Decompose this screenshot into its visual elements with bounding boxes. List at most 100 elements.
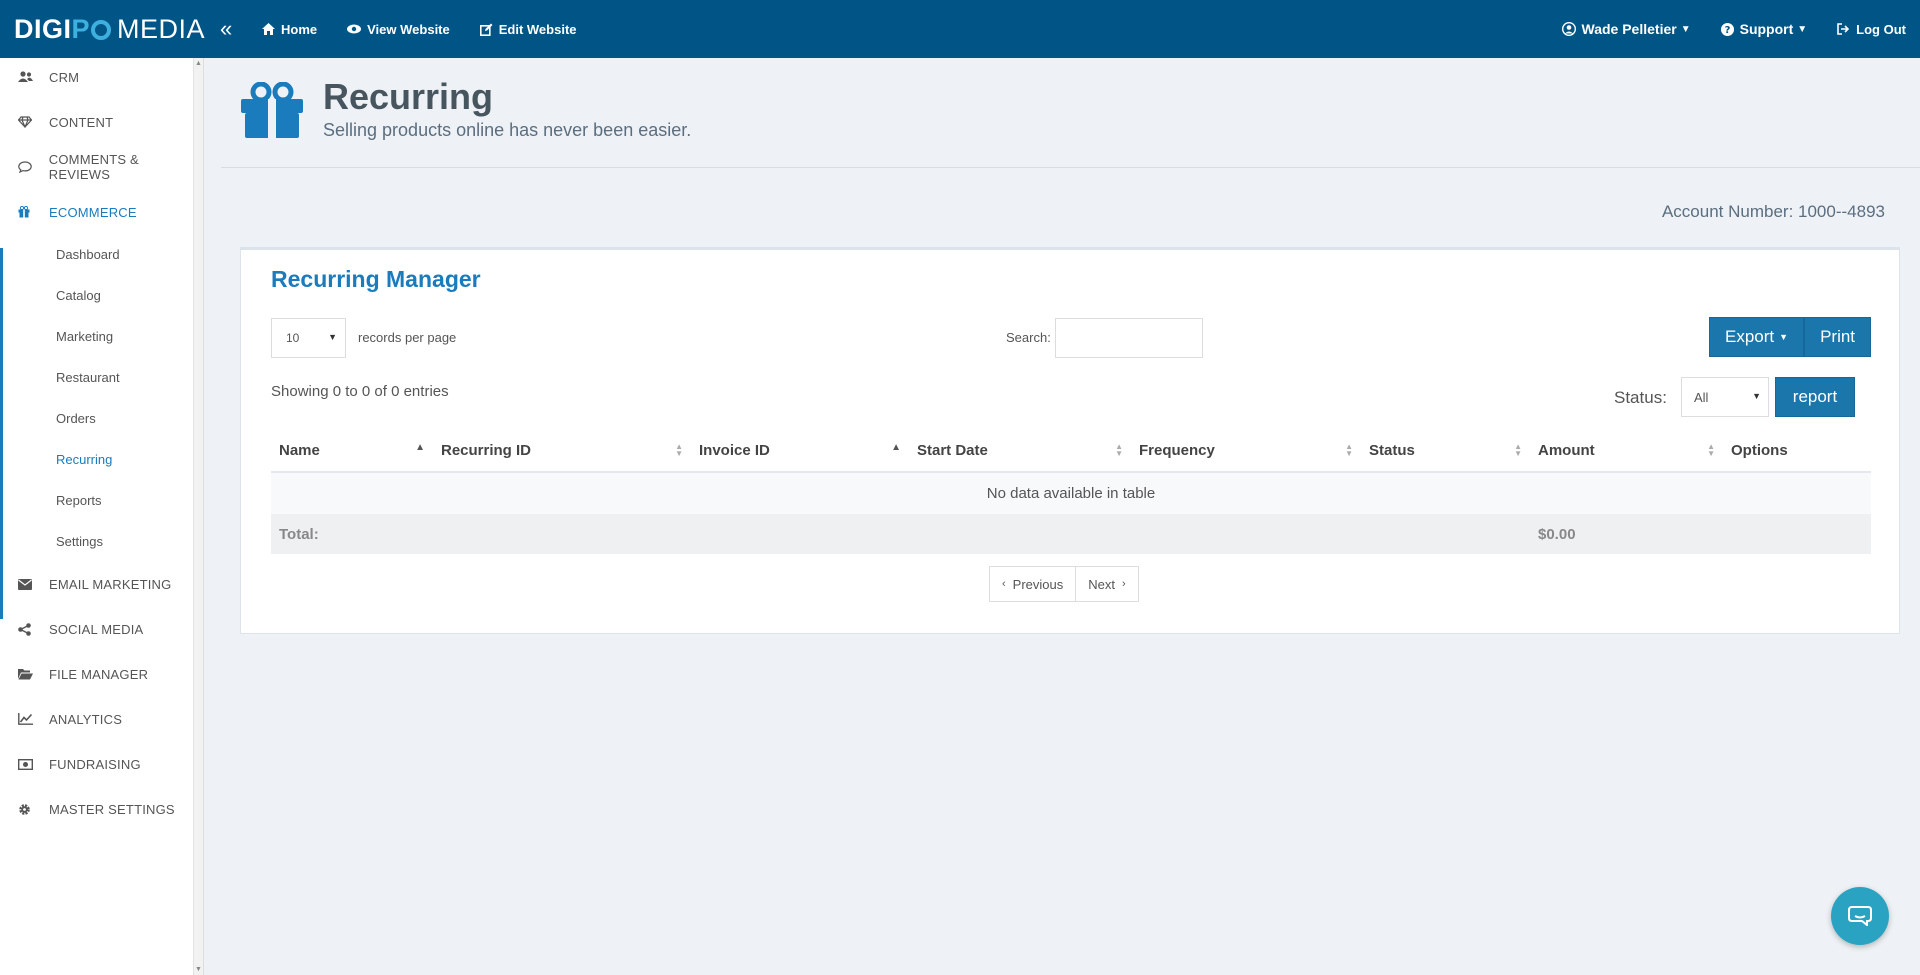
- edit-website-link[interactable]: Edit Website: [479, 22, 577, 37]
- sidebar-item-fundraising[interactable]: FUNDRAISING: [0, 754, 141, 774]
- chevron-down-icon: ▼: [1779, 332, 1789, 342]
- column-header-options: Options: [1723, 430, 1871, 473]
- print-button[interactable]: Print: [1804, 317, 1872, 357]
- sort-icon: ▲ ▼: [1514, 442, 1522, 458]
- sort-asc-icon: ▲: [415, 442, 425, 453]
- sidebar-sub-settings[interactable]: Settings: [56, 534, 103, 549]
- sort-icon: ▲ ▼: [1707, 442, 1715, 458]
- records-per-page-label: records per page: [358, 330, 457, 345]
- records-per-page-select[interactable]: 10 ▼: [271, 318, 346, 358]
- total-row: Total: $0.00: [271, 514, 1871, 554]
- user-circle-icon: [1561, 22, 1576, 36]
- sidebar-item-comments-reviews[interactable]: COMMENTS & REVIEWS: [0, 152, 203, 182]
- previous-button[interactable]: ‹ Previous: [990, 567, 1075, 601]
- page-title: Recurring: [323, 76, 494, 117]
- chat-icon: [1848, 906, 1872, 926]
- sidebar-sub-reports[interactable]: Reports: [56, 493, 102, 508]
- column-header-recurring-id[interactable]: Recurring ID ▲ ▼: [433, 430, 691, 473]
- question-circle-icon: ?: [1720, 22, 1734, 36]
- eye-icon: [347, 24, 362, 34]
- panel-title: Recurring Manager: [271, 266, 481, 292]
- column-header-start-date[interactable]: Start Date ▲ ▼: [909, 430, 1131, 473]
- active-section-indicator: [0, 248, 3, 619]
- top-nav: Home View Website Edit Website: [262, 22, 607, 37]
- top-bar: DIGI P MEDIA « Home View Website Edit Webs…: [0, 0, 1920, 58]
- sidebar-item-email-marketing[interactable]: EMAIL MARKETING: [0, 574, 171, 594]
- recurring-table: Name ▲ Recurring ID ▲ ▼ Invoice ID ▲ Start D…: [271, 430, 1871, 554]
- sidebar-sub-recurring[interactable]: Recurring: [56, 452, 112, 467]
- svg-text:?: ?: [1724, 25, 1730, 36]
- sidebar-sub-catalog[interactable]: Catalog: [56, 288, 101, 303]
- column-header-name[interactable]: Name ▲: [271, 430, 433, 473]
- column-header-invoice-id[interactable]: Invoice ID ▲: [691, 430, 909, 473]
- sidebar-item-file-manager[interactable]: FILE MANAGER: [0, 664, 148, 684]
- sidebar-item-social-media[interactable]: SOCIAL MEDIA: [0, 619, 143, 639]
- next-button[interactable]: Next ›: [1075, 567, 1137, 601]
- home-icon: [262, 23, 275, 35]
- status-label: Status:: [1614, 388, 1667, 407]
- sidebar-sub-restaurant[interactable]: Restaurant: [56, 370, 120, 385]
- chevron-down-icon: ▼: [1797, 23, 1808, 35]
- home-link[interactable]: Home: [262, 22, 317, 37]
- sidebar-item-analytics[interactable]: ANALYTICS: [0, 709, 122, 729]
- search-input[interactable]: [1055, 318, 1203, 358]
- entries-info: Showing 0 to 0 of 0 entries: [271, 383, 449, 400]
- gift-icon: [241, 82, 303, 138]
- sidebar-scrollbar[interactable]: ▲ ▼: [193, 58, 203, 975]
- sign-out-icon: [1837, 23, 1850, 35]
- scroll-up-icon[interactable]: ▲: [195, 60, 202, 67]
- logo[interactable]: DIGI P MEDIA: [0, 0, 206, 58]
- total-label: Total:: [271, 514, 1530, 554]
- status-select[interactable]: All ▼: [1681, 377, 1769, 417]
- folder-icon: [0, 668, 49, 680]
- envelope-icon: [0, 578, 49, 590]
- total-amount: $0.00: [1530, 514, 1723, 554]
- sort-icon: ▲ ▼: [1345, 442, 1353, 458]
- collapse-sidebar-icon[interactable]: «: [220, 16, 250, 42]
- scroll-down-icon[interactable]: ▼: [195, 966, 202, 973]
- sidebar-item-master-settings[interactable]: MASTER SETTINGS: [0, 799, 175, 819]
- comment-icon: [0, 161, 49, 173]
- logout-link[interactable]: Log Out: [1837, 22, 1906, 37]
- sort-icon: ▲ ▼: [1115, 442, 1123, 458]
- line-chart-icon: [0, 713, 49, 725]
- sidebar-item-content[interactable]: CONTENT: [0, 112, 113, 132]
- column-header-status[interactable]: Status ▲ ▼: [1361, 430, 1530, 473]
- view-website-link[interactable]: View Website: [347, 22, 450, 37]
- gift-icon: [0, 206, 49, 218]
- sidebar-sub-orders[interactable]: Orders: [56, 411, 96, 426]
- recurring-manager-panel: Recurring Manager 10 ▼ records per page …: [240, 247, 1900, 634]
- sidebar: CRM CONTENT COMMENTS & REVIEWS ECOMMERCE…: [0, 58, 204, 975]
- select-arrow-icon: ▼: [1752, 391, 1761, 401]
- empty-table-message: No data available in table: [271, 472, 1871, 514]
- page-header: Recurring Selling products online has ne…: [221, 58, 1920, 168]
- diamond-icon: [0, 116, 49, 128]
- chevron-down-icon: ▼: [1680, 23, 1691, 35]
- users-icon: [0, 71, 49, 83]
- support-menu[interactable]: ? Support ▼: [1720, 21, 1808, 37]
- account-number: Account Number: 1000--4893: [1661, 202, 1885, 221]
- pagination: ‹ Previous Next ›: [989, 566, 1139, 602]
- report-button[interactable]: report: [1775, 377, 1855, 417]
- share-icon: [0, 622, 49, 636]
- chevron-right-icon: ›: [1121, 578, 1126, 590]
- sidebar-item-ecommerce[interactable]: ECOMMERCE: [0, 202, 137, 222]
- table-row: No data available in table: [271, 472, 1871, 514]
- sort-icon: ▲ ▼: [675, 442, 683, 458]
- page-subtitle: Selling products online has never been e…: [323, 120, 692, 140]
- logo-gear-icon: [91, 20, 112, 40]
- column-header-frequency[interactable]: Frequency ▲ ▼: [1131, 430, 1361, 473]
- sidebar-sub-marketing[interactable]: Marketing: [56, 329, 113, 344]
- export-print-group: Export ▼ Print: [1709, 317, 1872, 357]
- edit-icon: [479, 23, 493, 36]
- sort-asc-icon: ▲: [891, 442, 901, 453]
- sidebar-item-crm[interactable]: CRM: [0, 67, 79, 87]
- export-button[interactable]: Export ▼: [1709, 317, 1805, 357]
- chat-widget-button[interactable]: [1831, 887, 1889, 945]
- user-menu[interactable]: Wade Pelletier ▼: [1561, 21, 1691, 37]
- money-icon: [0, 758, 49, 770]
- top-right-nav: Wade Pelletier ▼ ? Support ▼ Log Out: [1561, 0, 1920, 58]
- column-header-amount[interactable]: Amount ▲ ▼: [1530, 430, 1723, 473]
- select-arrow-icon: ▼: [328, 332, 337, 342]
- sidebar-sub-dashboard[interactable]: Dashboard: [56, 247, 120, 262]
